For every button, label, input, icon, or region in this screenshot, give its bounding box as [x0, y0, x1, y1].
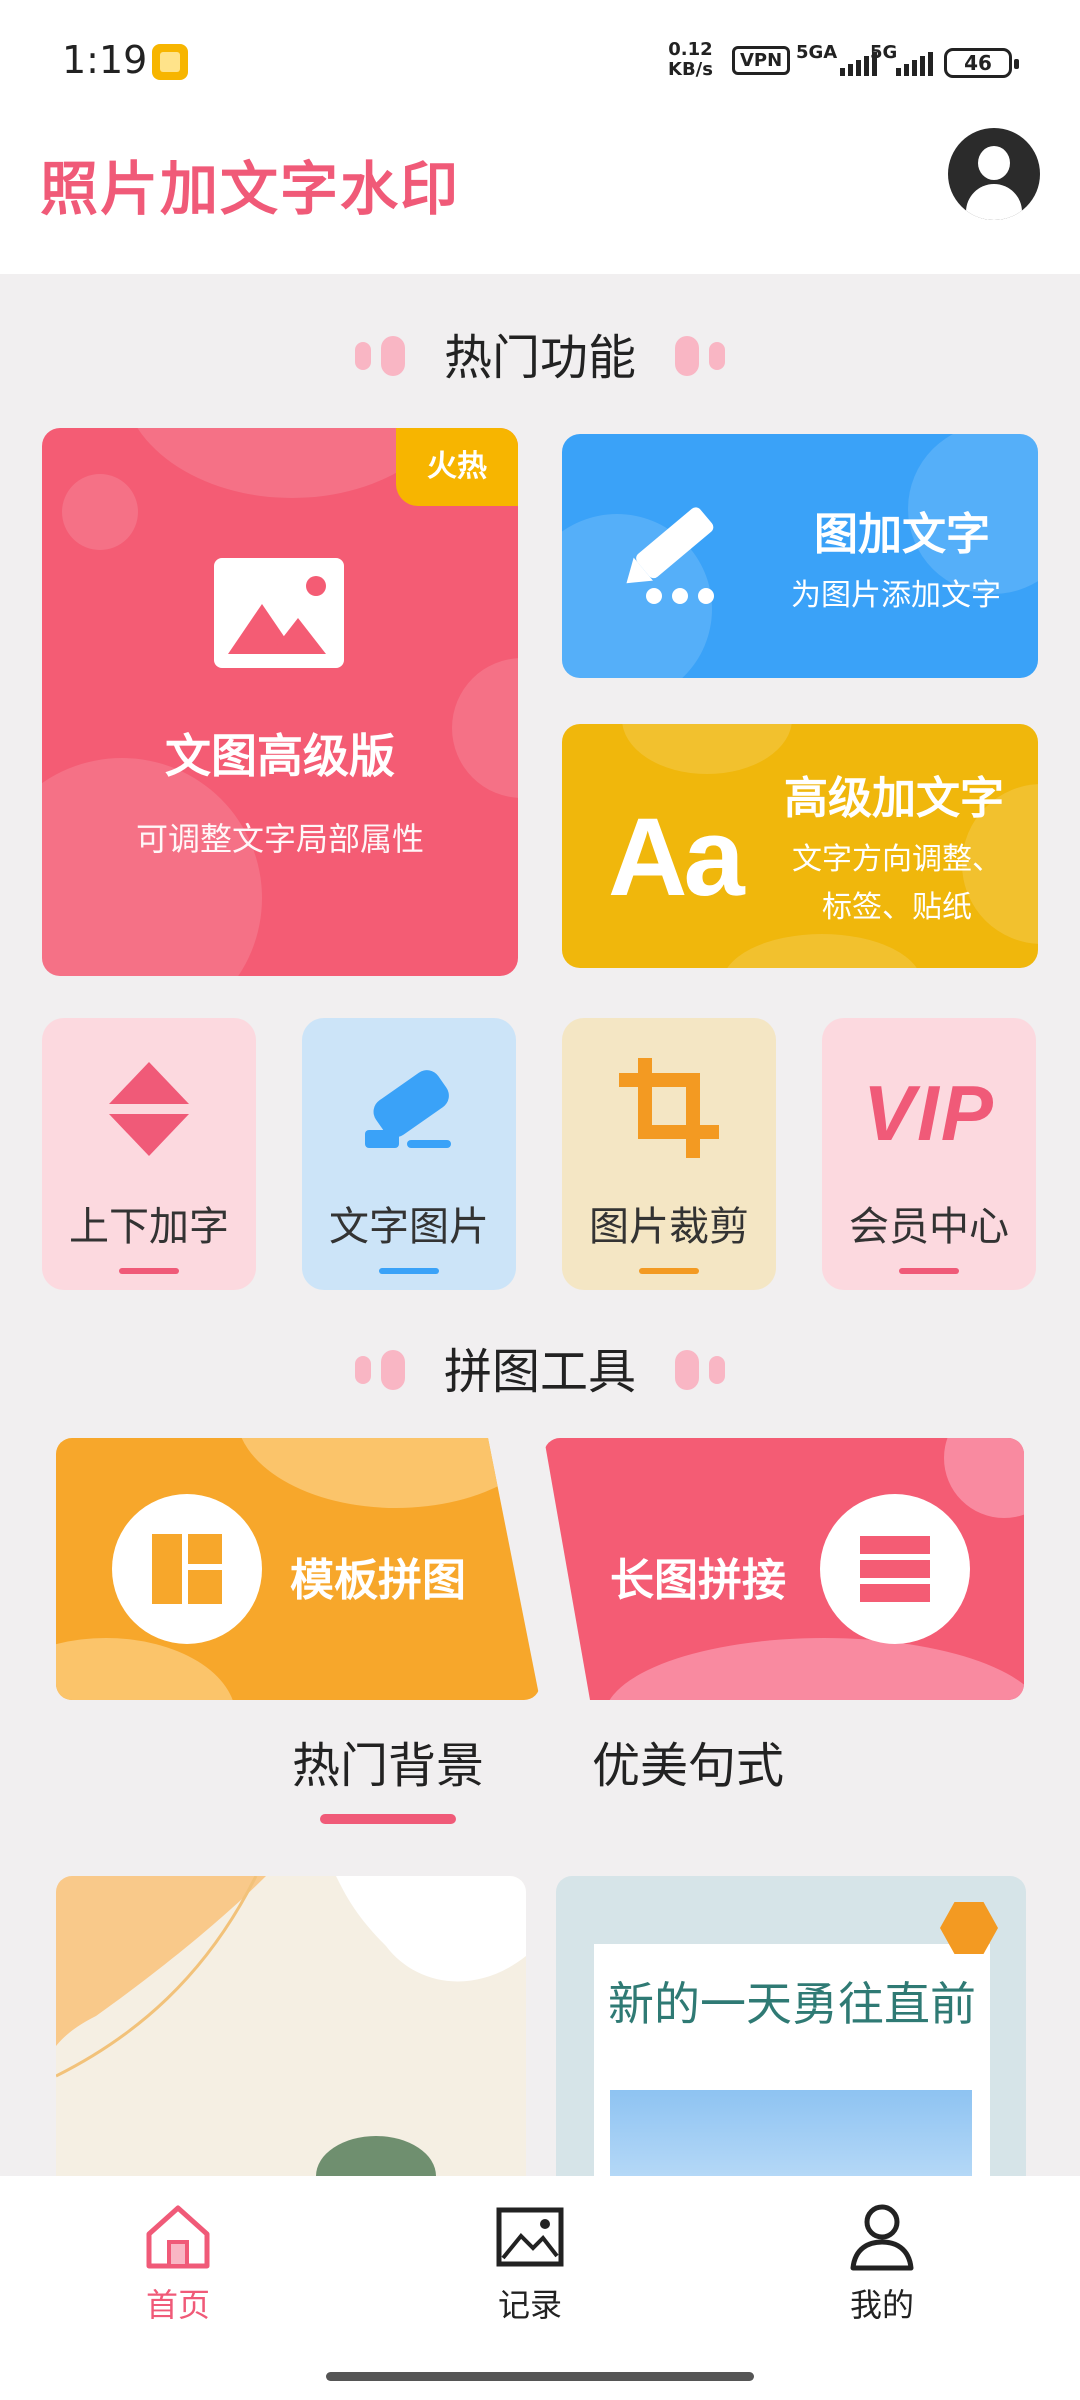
notification-app-icon	[152, 44, 188, 80]
advanced-text-card-title: 高级加文字	[784, 773, 1004, 824]
advanced-text-subtitle-line1: 文字方向调整、	[792, 842, 1002, 877]
stacked-rows-icon	[820, 1494, 970, 1644]
advanced-text-subtitle-line2: 标签、贴纸	[822, 890, 972, 925]
vip-icon: VIP	[863, 1069, 995, 1157]
nav-records-label: 记录	[497, 2286, 562, 2324]
background-preview-1[interactable]	[56, 1876, 526, 2176]
template-collage-label: 模板拼图	[290, 1555, 466, 1606]
highlighter-icon	[365, 1070, 451, 1148]
advanced-card-subtitle: 可调整文字局部属性	[135, 820, 424, 858]
network-speed: 0.12 KB/s	[668, 40, 713, 80]
hot-section-title: 热门功能	[0, 318, 1080, 388]
picture-icon	[496, 2207, 564, 2267]
network-speed-unit: KB/s	[668, 59, 713, 80]
add-text-card-subtitle: 为图片添加文字	[791, 578, 1001, 613]
tile-indicator	[639, 1268, 699, 1274]
tile-indicator	[379, 1268, 439, 1274]
preview-2-text: 新的一天勇往直前	[608, 1977, 976, 2031]
advanced-text-card-subtitle: 文字方向调整、 标签、贴纸	[762, 836, 1032, 932]
app-header: 照片加文字水印	[0, 110, 1080, 274]
collage-section-title: 拼图工具	[0, 1332, 1080, 1402]
long-image-stitch-button[interactable]: 长图拼接	[544, 1438, 1024, 1700]
tile-indicator	[899, 1268, 959, 1274]
crop-icon	[619, 1058, 719, 1158]
gesture-home-indicator	[326, 2372, 754, 2381]
pencil-icon	[626, 507, 714, 604]
image-icon	[214, 558, 344, 668]
person-icon	[850, 2204, 914, 2271]
active-tab-indicator	[320, 1814, 456, 1824]
nav-mine[interactable]: 我的	[812, 2202, 952, 2326]
nav-home-label: 首页	[145, 2286, 210, 2324]
vpn-indicator: VPN	[732, 46, 791, 75]
tab-hot-backgrounds[interactable]: 热门背景	[292, 1726, 484, 1796]
tile-top-bottom-text[interactable]: 上下加字	[42, 1018, 256, 1290]
nav-home[interactable]: 首页	[108, 2202, 248, 2326]
home-icon	[146, 2205, 210, 2269]
app-title: 照片加文字水印	[40, 155, 461, 223]
tile-label: 文字图片	[329, 1204, 489, 1250]
collage-section-title-text: 拼图工具	[443, 1344, 636, 1400]
signal-2-icon	[896, 52, 933, 76]
preview-sky	[610, 2090, 972, 2176]
advanced-card-title: 文图高级版	[165, 729, 395, 783]
nav-records[interactable]: 记录	[460, 2202, 600, 2326]
tile-indicator	[119, 1268, 179, 1274]
template-collage-button[interactable]: 模板拼图	[56, 1438, 540, 1700]
tile-vip-center[interactable]: VIP 会员中心	[822, 1018, 1036, 1290]
network-speed-value: 0.12	[668, 39, 713, 60]
battery-icon: 46	[944, 48, 1019, 78]
hot-section-title-text: 热门功能	[443, 330, 636, 386]
hot-badge: 火热	[396, 428, 518, 506]
tile-label: 会员中心	[849, 1204, 1009, 1250]
tile-text-image[interactable]: 文字图片	[302, 1018, 516, 1290]
bottom-nav: 首页 记录 我的	[0, 2176, 1080, 2400]
user-avatar-icon[interactable]	[948, 128, 1040, 220]
add-text-to-image-card[interactable]: 图加文字 为图片添加文字	[562, 434, 1038, 678]
advanced-add-text-card[interactable]: Aa 高级加文字 文字方向调整、 标签、贴纸	[562, 724, 1038, 968]
long-image-label: 长图拼接	[610, 1555, 786, 1606]
tile-image-crop[interactable]: 图片裁剪	[562, 1018, 776, 1290]
tile-label: 上下加字	[69, 1204, 229, 1250]
network-type-2: 5G	[870, 42, 898, 63]
status-time: 1:19	[62, 38, 148, 82]
status-bar: 1:19 0.12 KB/s VPN 5GA 5G 46	[0, 0, 1080, 110]
font-aa-icon: Aa	[608, 796, 745, 919]
up-down-arrows-icon	[109, 1062, 189, 1156]
advanced-image-text-card[interactable]: 火热 文图高级版 可调整文字局部属性	[42, 428, 518, 976]
grid-layout-icon	[112, 1494, 262, 1644]
network-type-1: 5GA	[796, 42, 838, 63]
tab-beautiful-sentences[interactable]: 优美句式	[592, 1726, 784, 1796]
add-text-card-title: 图加文字	[814, 509, 990, 560]
nav-mine-label: 我的	[849, 2286, 914, 2324]
background-preview-2[interactable]: 新的一天勇往直前	[556, 1876, 1026, 2176]
tile-label: 图片裁剪	[589, 1204, 749, 1250]
